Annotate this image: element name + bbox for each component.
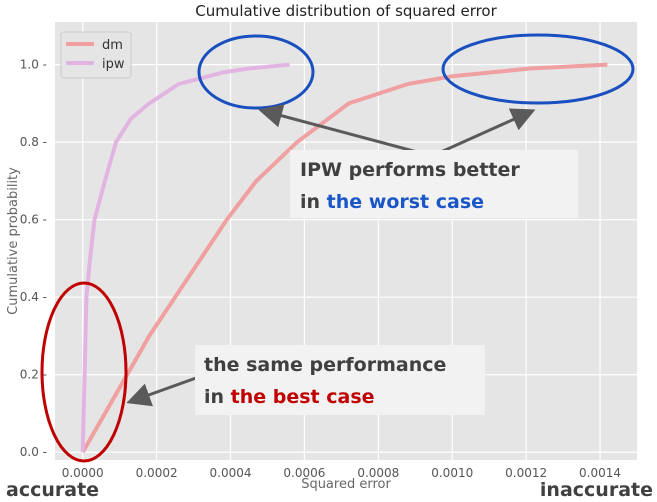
y-tick-label: 0.0 - bbox=[20, 445, 47, 459]
accurate-label: accurate bbox=[6, 479, 99, 501]
x-tick-label: 0.0002 bbox=[136, 466, 178, 480]
x-tick-label: 0.0000 bbox=[62, 466, 104, 480]
legend: dm ipw bbox=[60, 31, 132, 79]
x-tick-label: 0.0010 bbox=[431, 466, 473, 480]
inaccurate-label: inaccurate bbox=[540, 479, 653, 501]
worst-case-line2: in the worst case bbox=[300, 191, 484, 213]
x-tick-label: 0.0014 bbox=[579, 466, 621, 480]
legend-label-dm: dm bbox=[102, 38, 123, 53]
x-axis-label: Squared error bbox=[301, 477, 391, 492]
worst-case-annotation: IPW performs better in the worst case bbox=[290, 150, 578, 218]
chart-title: Cumulative distribution of squared error bbox=[195, 2, 497, 20]
x-tick-label: 0.0004 bbox=[210, 466, 252, 480]
y-tick-label: 0.8 - bbox=[20, 135, 47, 149]
worst-case-line1: IPW performs better bbox=[300, 159, 520, 181]
best-case-line1: the same performance bbox=[204, 354, 446, 376]
best-case-line2: in the best case bbox=[204, 386, 375, 408]
cdf-chart: Cumulative distribution of squared error… bbox=[6, 2, 653, 501]
y-tick-label: 0.4 - bbox=[20, 290, 47, 304]
y-tick-label: 1.0 - bbox=[20, 58, 47, 72]
x-tick-label: 0.0012 bbox=[505, 466, 547, 480]
best-case-annotation: the same performance in the best case bbox=[195, 345, 485, 415]
y-axis-label: Cumulative probability bbox=[6, 167, 21, 315]
y-tick-label: 0.6 - bbox=[20, 213, 47, 227]
legend-label-ipw: ipw bbox=[102, 57, 125, 72]
